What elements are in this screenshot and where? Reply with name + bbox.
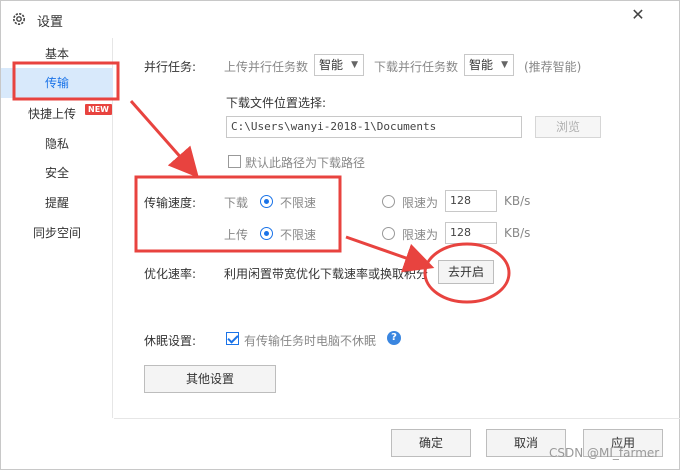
other-settings-button[interactable]: 其他设置 <box>144 365 276 393</box>
default-path-label: 默认此路径为下载路径 <box>245 156 366 170</box>
upload-limit-radio[interactable] <box>382 227 395 240</box>
sidebar-item-transfer[interactable]: 传输 <box>1 68 113 98</box>
upload-limit-input[interactable]: 128 <box>445 222 497 244</box>
download-path-input[interactable]: C:\Users\wanyi-2018-1\Documents <box>226 116 522 138</box>
transfer-speed-label: 传输速度: <box>144 196 197 210</box>
sidebar-item-quick-upload[interactable]: 快捷上传 NEW <box>1 100 113 128</box>
download-limit-radio[interactable] <box>382 195 395 208</box>
watermark: CSDN @MI_farmer <box>549 446 660 460</box>
default-path-checkbox[interactable] <box>228 155 241 168</box>
download-location-label: 下载文件位置选择: <box>226 96 327 110</box>
upload-speed-label: 上传 <box>224 228 249 242</box>
settings-window: 设置 ✕ 基本 传输 快捷上传 NEW 隐私 安全 提醒 同步空间 并行任务: … <box>0 0 680 470</box>
download-parallel-label: 下载并行任务数 <box>374 60 459 74</box>
upload-parallel-label: 上传并行任务数 <box>224 60 309 74</box>
ok-button[interactable]: 确定 <box>391 429 471 457</box>
download-unlimited-radio[interactable] <box>260 195 273 208</box>
download-limit-label: 限速为 <box>402 196 439 210</box>
window-title: 设置 <box>37 15 64 30</box>
browse-button[interactable]: 浏览 <box>535 116 601 138</box>
sidebar-item-privacy[interactable]: 隐私 <box>1 130 113 158</box>
transfer-settings-panel: 并行任务: 上传并行任务数 智能 ▼ 下载并行任务数 智能 ▼ (推荐智能) 下载文… <box>114 38 680 418</box>
sleep-settings-label: 休眠设置: <box>144 334 197 348</box>
settings-sidebar: 基本 传输 快捷上传 NEW 隐私 安全 提醒 同步空间 <box>1 38 113 418</box>
parallel-tasks-label: 并行任务: <box>144 60 197 74</box>
download-limit-input[interactable]: 128 <box>445 190 497 212</box>
upload-unlimited-radio[interactable] <box>260 227 273 240</box>
sidebar-item-basic[interactable]: 基本 <box>1 40 113 68</box>
optimize-rate-label: 优化速率: <box>144 267 197 281</box>
chevron-down-icon: ▼ <box>501 60 508 70</box>
gear-icon <box>13 13 25 25</box>
new-badge: NEW <box>85 104 112 115</box>
upload-limit-label: 限速为 <box>402 228 439 242</box>
title-bar: 设置 ✕ <box>1 1 679 37</box>
close-icon[interactable]: ✕ <box>627 5 649 27</box>
prevent-sleep-label: 有传输任务时电脑不休眠 <box>244 334 377 348</box>
sidebar-item-security[interactable]: 安全 <box>1 159 113 187</box>
download-speed-label: 下载 <box>224 196 249 210</box>
sidebar-item-sync-space[interactable]: 同步空间 <box>1 219 113 247</box>
prevent-sleep-checkbox[interactable] <box>226 332 239 345</box>
footer-divider <box>114 418 680 419</box>
sidebar-item-reminder[interactable]: 提醒 <box>1 189 113 217</box>
chevron-down-icon: ▼ <box>351 60 358 70</box>
upload-unit-label: KB/s <box>504 226 531 240</box>
optimize-description: 利用闲置带宽优化下载速率或换取积分 <box>224 267 429 281</box>
upload-parallel-select[interactable]: 智能 ▼ <box>314 54 364 76</box>
download-unlimited-label: 不限速 <box>280 196 317 210</box>
recommend-hint: (推荐智能) <box>524 60 582 74</box>
upload-unlimited-label: 不限速 <box>280 228 317 242</box>
enable-optimize-button[interactable]: 去开启 <box>438 260 494 284</box>
download-unit-label: KB/s <box>504 194 531 208</box>
download-parallel-select[interactable]: 智能 ▼ <box>464 54 514 76</box>
help-icon[interactable]: ? <box>387 331 401 345</box>
